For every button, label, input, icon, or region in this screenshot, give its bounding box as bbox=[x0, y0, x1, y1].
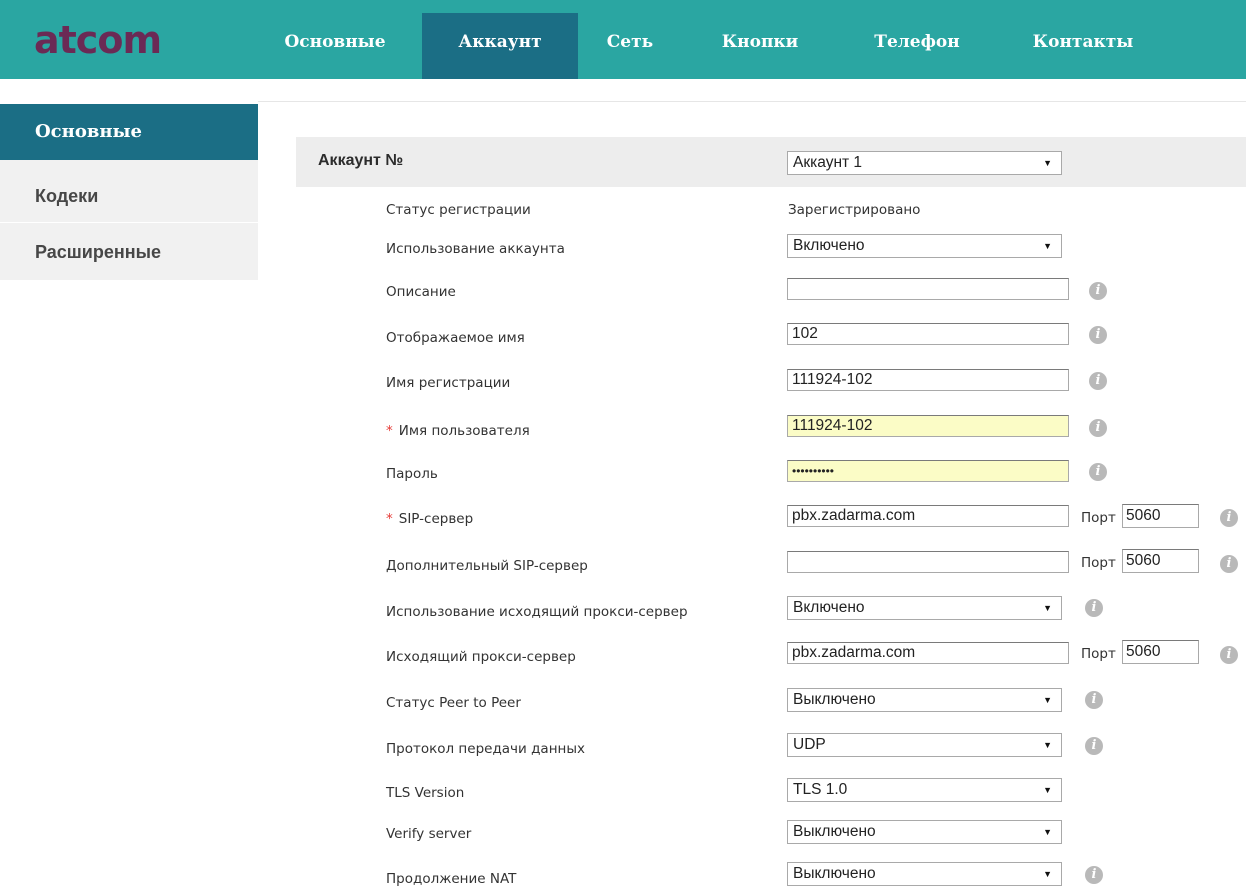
registration-status-label: Статус регистрации bbox=[386, 202, 531, 218]
register-name-label: Имя регистрации bbox=[386, 375, 511, 391]
account-usage-select[interactable]: Включено ▼ bbox=[787, 234, 1062, 258]
nav-tab-basic[interactable]: Основные bbox=[270, 13, 400, 79]
nav-tab-account[interactable]: Аккаунт bbox=[422, 13, 578, 79]
info-icon[interactable]: i bbox=[1089, 372, 1107, 390]
tls-version-label: TLS Version bbox=[386, 785, 465, 801]
info-icon[interactable]: i bbox=[1085, 691, 1103, 709]
display-name-label: Отображаемое имя bbox=[386, 330, 525, 346]
sidebar-item-basic[interactable]: Основные bbox=[0, 104, 258, 160]
verify-server-value: Выключено bbox=[793, 823, 876, 840]
account-select-value: Аккаунт 1 bbox=[793, 154, 863, 171]
description-input[interactable] bbox=[787, 278, 1069, 300]
sip-server-label-text: SIP-сервер bbox=[398, 511, 474, 527]
nat-keepalive-select[interactable]: Выключено ▼ bbox=[787, 862, 1062, 886]
sidebar-item-codecs[interactable]: Кодеки bbox=[0, 168, 258, 224]
info-icon[interactable]: i bbox=[1220, 646, 1238, 664]
nav-tab-contacts[interactable]: Контакты bbox=[1010, 13, 1156, 79]
peer-to-peer-label: Статус Peer to Peer bbox=[386, 695, 521, 711]
nat-keepalive-label: Продолжение NAT bbox=[386, 871, 517, 887]
backup-sip-server-label: Дополнительный SIP-сервер bbox=[386, 558, 588, 574]
atcom-logo: atcom bbox=[34, 18, 162, 62]
info-icon[interactable]: i bbox=[1089, 282, 1107, 300]
account-select[interactable]: Аккаунт 1 ▼ bbox=[787, 151, 1062, 175]
outbound-proxy-usage-select[interactable]: Включено ▼ bbox=[787, 596, 1062, 620]
verify-server-label: Verify server bbox=[386, 826, 472, 842]
password-input[interactable]: •••••••••• bbox=[787, 460, 1069, 482]
info-icon[interactable]: i bbox=[1085, 737, 1103, 755]
info-icon[interactable]: i bbox=[1220, 555, 1238, 573]
peer-to-peer-value: Выключено bbox=[793, 691, 876, 708]
verify-server-select[interactable]: Выключено ▼ bbox=[787, 820, 1062, 844]
sidebar-divider bbox=[0, 222, 258, 223]
peer-to-peer-select[interactable]: Выключено ▼ bbox=[787, 688, 1062, 712]
register-name-input[interactable]: 111924-102 bbox=[787, 369, 1069, 391]
account-usage-value: Включено bbox=[793, 237, 865, 254]
account-header-band bbox=[296, 137, 1246, 187]
outbound-proxy-input[interactable]: pbx.zadarma.com bbox=[787, 642, 1069, 664]
info-icon[interactable]: i bbox=[1085, 599, 1103, 617]
info-icon[interactable]: i bbox=[1220, 509, 1238, 527]
info-icon[interactable]: i bbox=[1089, 326, 1107, 344]
account-number-label: Аккаунт № bbox=[318, 152, 404, 169]
sip-server-label: * SIP-сервер bbox=[386, 511, 473, 527]
transport-select[interactable]: UDP ▼ bbox=[787, 733, 1062, 757]
backup-sip-server-input[interactable] bbox=[787, 551, 1069, 573]
outbound-proxy-usage-label: Использование исходящий прокси-сервер bbox=[386, 604, 688, 620]
chevron-down-icon: ▼ bbox=[1043, 158, 1052, 168]
chevron-down-icon: ▼ bbox=[1043, 785, 1052, 795]
outbound-proxy-port-label: Порт bbox=[1081, 646, 1116, 662]
chevron-down-icon: ▼ bbox=[1043, 695, 1052, 705]
account-usage-label: Использование аккаунта bbox=[386, 241, 565, 257]
info-icon[interactable]: i bbox=[1089, 463, 1107, 481]
backup-sip-port-label: Порт bbox=[1081, 555, 1116, 571]
sidebar-item-advanced[interactable]: Расширенные bbox=[0, 224, 258, 280]
outbound-proxy-port-input[interactable]: 5060 bbox=[1122, 640, 1199, 664]
outbound-proxy-usage-value: Включено bbox=[793, 599, 865, 616]
tls-version-select[interactable]: TLS 1.0 ▼ bbox=[787, 778, 1062, 802]
chevron-down-icon: ▼ bbox=[1043, 740, 1052, 750]
username-label-text: Имя пользователя bbox=[398, 423, 530, 439]
nav-tab-phone[interactable]: Телефон bbox=[856, 13, 978, 79]
outbound-proxy-label: Исходящий прокси-сервер bbox=[386, 649, 576, 665]
sip-port-label: Порт bbox=[1081, 510, 1116, 526]
info-icon[interactable]: i bbox=[1085, 866, 1103, 884]
required-mark: * bbox=[386, 423, 393, 439]
chevron-down-icon: ▼ bbox=[1043, 241, 1052, 251]
info-icon[interactable]: i bbox=[1089, 419, 1107, 437]
backup-sip-port-input[interactable]: 5060 bbox=[1122, 549, 1199, 573]
username-label: * Имя пользователя bbox=[386, 423, 530, 439]
required-mark: * bbox=[386, 511, 393, 527]
nav-tab-network[interactable]: Сеть bbox=[592, 13, 668, 79]
nav-tab-buttons[interactable]: Кнопки bbox=[700, 13, 820, 79]
content-divider bbox=[258, 101, 1246, 102]
nat-keepalive-value: Выключено bbox=[793, 865, 876, 882]
display-name-input[interactable]: 102 bbox=[787, 323, 1069, 345]
transport-label: Протокол передачи данных bbox=[386, 741, 585, 757]
registration-status-value: Зарегистрировано bbox=[788, 202, 921, 218]
chevron-down-icon: ▼ bbox=[1043, 869, 1052, 879]
chevron-down-icon: ▼ bbox=[1043, 603, 1052, 613]
tls-version-value: TLS 1.0 bbox=[793, 781, 848, 798]
description-label: Описание bbox=[386, 284, 456, 300]
sip-server-input[interactable]: pbx.zadarma.com bbox=[787, 505, 1069, 527]
password-label: Пароль bbox=[386, 466, 438, 482]
chevron-down-icon: ▼ bbox=[1043, 827, 1052, 837]
sip-port-input[interactable]: 5060 bbox=[1122, 504, 1199, 528]
username-input[interactable]: 111924-102 bbox=[787, 415, 1069, 437]
transport-value: UDP bbox=[793, 736, 826, 753]
